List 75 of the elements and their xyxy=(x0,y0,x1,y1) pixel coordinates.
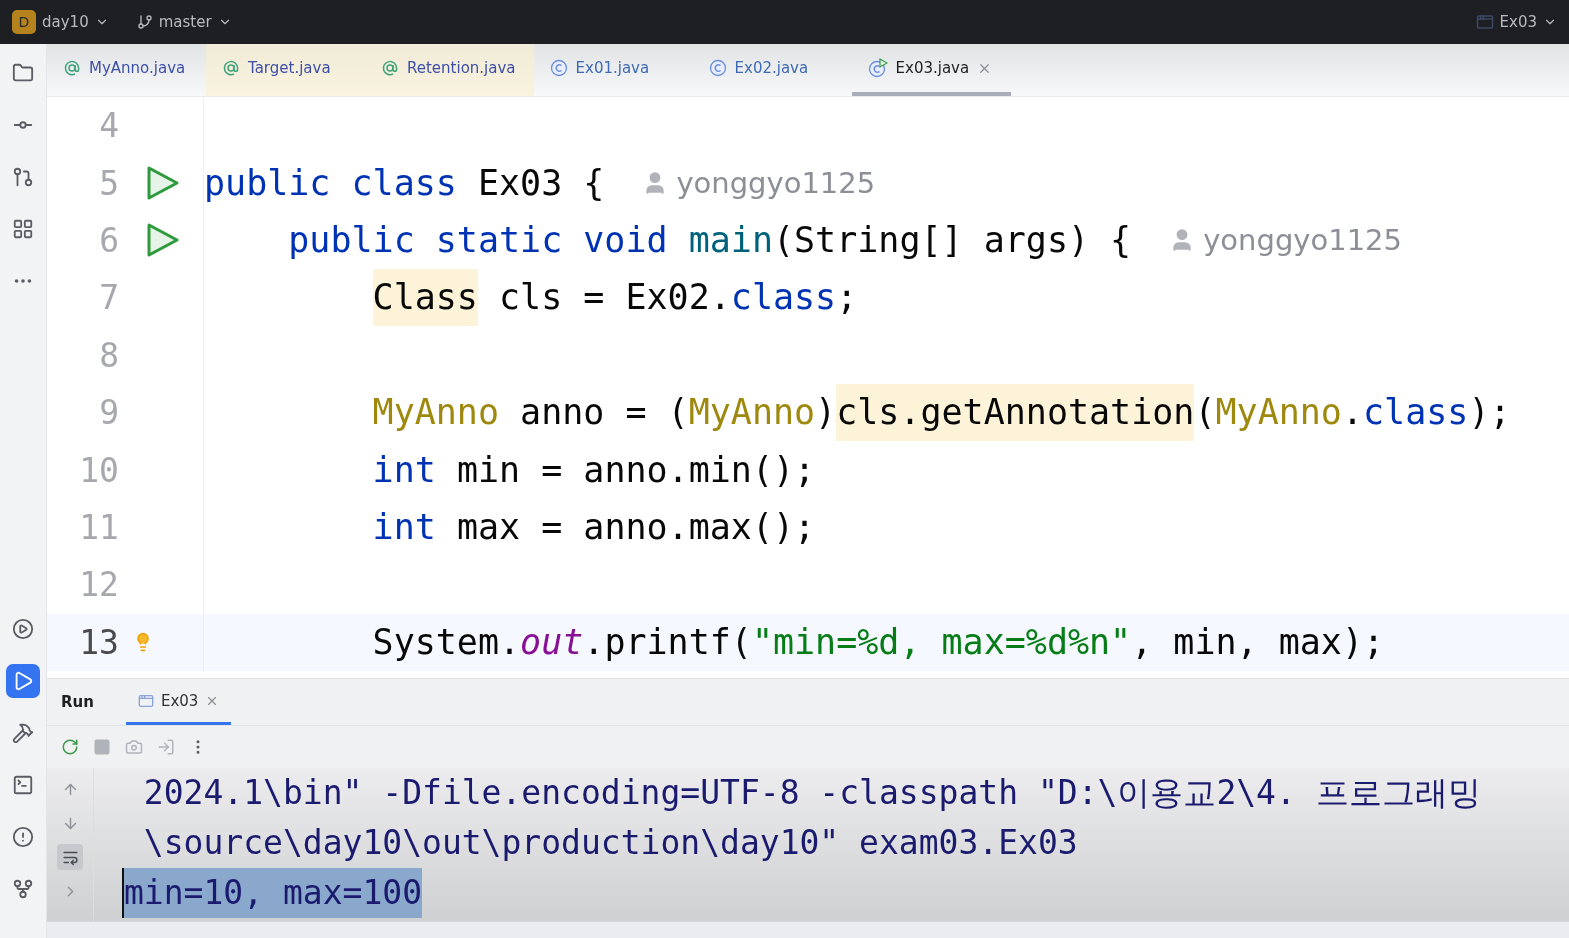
code-token: Class xyxy=(372,269,478,327)
code-token: MyAnno xyxy=(688,391,816,435)
class-icon xyxy=(549,59,568,77)
annotation-icon xyxy=(381,59,399,77)
class-icon xyxy=(708,59,727,77)
file-tab[interactable]: Ex01.java xyxy=(533,44,693,96)
code-token: "min=%d, max=%d%n" xyxy=(751,620,1132,664)
line-number: 13 xyxy=(78,622,119,662)
rerun-icon[interactable] xyxy=(61,738,79,756)
annotation-icon xyxy=(63,59,81,77)
project-name[interactable]: day10 xyxy=(42,13,89,31)
run-tool-button[interactable] xyxy=(6,664,40,698)
file-tab[interactable]: Ex02.java xyxy=(692,44,852,96)
code-token: int xyxy=(372,448,436,492)
line-number: 11 xyxy=(78,507,119,547)
panel-title: Run xyxy=(61,692,95,713)
run-icon[interactable] xyxy=(145,222,181,259)
terminal-icon xyxy=(12,774,34,796)
author-hint[interactable]: yonggyo1125 xyxy=(1203,223,1402,258)
code-token: out xyxy=(520,620,584,664)
window-icon xyxy=(137,692,154,709)
git-icon xyxy=(12,878,34,900)
code-token: class xyxy=(730,276,837,320)
code-token: , min, max); xyxy=(1131,620,1385,664)
project-badge: D xyxy=(12,10,36,34)
code-token: max = anno.max(); xyxy=(456,505,816,549)
window-icon xyxy=(1475,13,1494,31)
code-token: cls = Ex02. xyxy=(499,276,731,320)
run-configuration[interactable]: Ex03 xyxy=(1499,13,1537,31)
file-tab[interactable]: MyAnno.java xyxy=(47,44,206,96)
branch-name[interactable]: master xyxy=(158,13,212,31)
line-number: 12 xyxy=(78,565,119,605)
problems-icon xyxy=(12,826,34,848)
build-icon xyxy=(12,722,34,744)
structure-icon[interactable] xyxy=(12,218,34,240)
console-line: \source\day10\out\production\day10" exam03.Ex03 xyxy=(142,822,1078,864)
line-number: 4 xyxy=(98,106,119,146)
file-tab[interactable]: Target.java xyxy=(206,44,365,96)
services-icon xyxy=(12,618,34,640)
code-token: .printf( xyxy=(583,620,752,664)
code-token: ( xyxy=(1194,391,1216,435)
code-token: MyAnno xyxy=(372,391,499,435)
code-token: public static void xyxy=(288,218,669,262)
file-tab[interactable]: Retention.java xyxy=(365,44,534,96)
author-hint[interactable]: yonggyo1125 xyxy=(676,166,876,201)
folder-icon[interactable] xyxy=(12,62,34,84)
wrap-icon[interactable] xyxy=(57,844,83,870)
runnable-class-icon xyxy=(867,58,888,78)
branch-icon xyxy=(136,14,153,30)
pull-icon[interactable] xyxy=(12,166,34,188)
code-token: int xyxy=(372,505,436,549)
line-number: 8 xyxy=(98,335,119,375)
line-number: 5 xyxy=(98,163,119,203)
code-token: main xyxy=(688,218,773,262)
code-token: Ex03 { xyxy=(477,161,605,205)
run-tab[interactable]: Ex03 xyxy=(125,679,232,725)
line-number: 6 xyxy=(98,220,119,260)
code-token: min = anno.min(); xyxy=(456,448,816,492)
code-token: anno = ( xyxy=(520,391,689,435)
code-token: public class xyxy=(204,161,457,205)
line-number: 9 xyxy=(98,393,119,433)
console-line: 2024.1\bin" -Dfile.encoding=UTF-8 -classpath "D:\이용교2\4. 프로그래밍 xyxy=(142,772,1481,814)
code-token: ) xyxy=(815,391,837,435)
code-token: (String[] args) { xyxy=(772,218,1132,262)
code-token: class xyxy=(1363,391,1469,435)
code-token: ; xyxy=(836,276,858,320)
code-token: MyAnno xyxy=(1215,391,1342,435)
run-icon[interactable] xyxy=(145,165,181,202)
code-token: . xyxy=(1341,391,1363,435)
code-token: System. xyxy=(372,620,521,664)
line-number: 7 xyxy=(98,278,119,318)
code-token: ); xyxy=(1468,391,1511,435)
line-number: 10 xyxy=(78,450,119,490)
code-token: cls.getAnnotation xyxy=(836,384,1195,442)
annotation-icon xyxy=(222,59,240,77)
